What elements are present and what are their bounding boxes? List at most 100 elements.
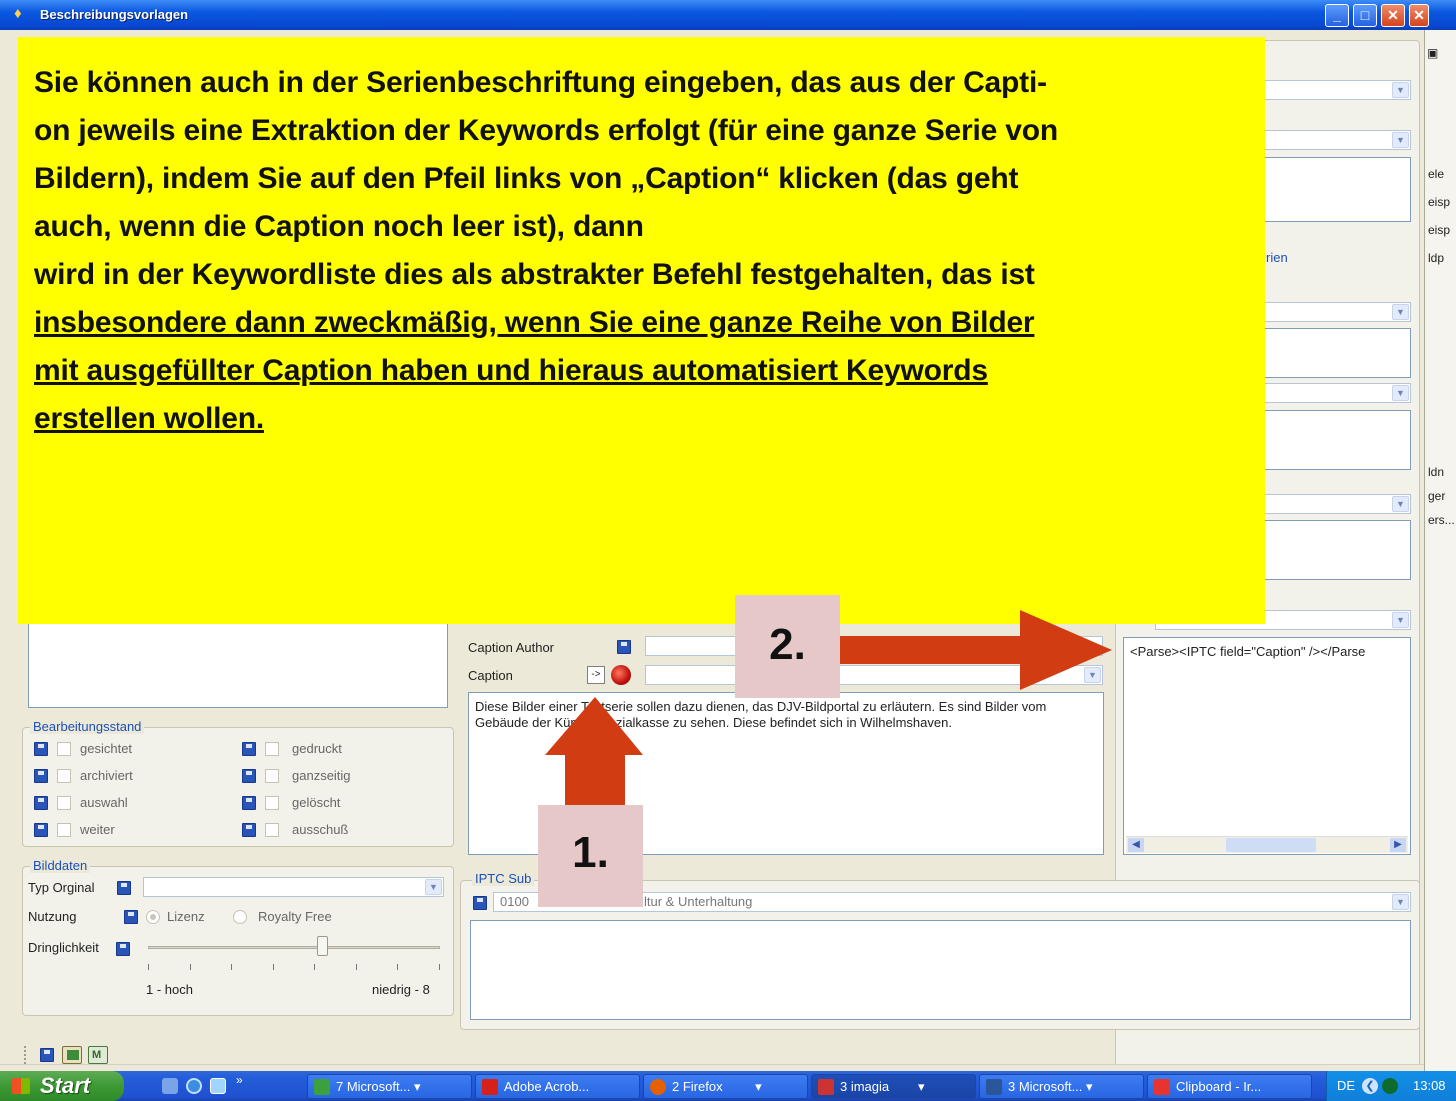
word-icon — [986, 1079, 1002, 1095]
chevron-down-icon: ▼ — [1392, 304, 1409, 320]
save-icon[interactable] — [124, 910, 138, 924]
checkbox-gesichtet[interactable] — [57, 742, 71, 756]
start-button[interactable]: Start — [0, 1071, 124, 1101]
taskbar-item-label: 2 Firefox — [672, 1079, 723, 1094]
checkbox-label: weiter — [80, 822, 115, 837]
acrobat-icon — [482, 1079, 498, 1095]
edge-item: ldn — [1428, 465, 1445, 479]
taskbar-item[interactable]: 2 Firefox ▾ — [643, 1074, 808, 1099]
checkbox-ausschuss[interactable] — [265, 823, 279, 837]
save-icon[interactable] — [34, 742, 48, 756]
image-icon[interactable] — [62, 1046, 82, 1064]
keyword-parse-entry[interactable]: <Parse><IPTC field="Caption" /></Parse — [1130, 644, 1410, 659]
scroll-left-icon[interactable]: ◀ — [1128, 838, 1144, 852]
typ-orginal-label: Typ Orginal — [28, 880, 95, 895]
iptc-text-area[interactable] — [470, 920, 1411, 1020]
caption-label: Caption — [468, 668, 513, 683]
window-title-bar[interactable]: ♦ Beschreibungsvorlagen _ □ ✕ ✕ — [0, 0, 1456, 30]
checkbox-geloescht[interactable] — [265, 796, 279, 810]
record-icon[interactable] — [611, 665, 631, 685]
save-icon[interactable] — [242, 823, 256, 837]
save-icon[interactable] — [242, 742, 256, 756]
checkbox-archiviert[interactable] — [57, 769, 71, 783]
save-icon[interactable] — [617, 640, 631, 654]
tray-network-icon[interactable] — [1382, 1078, 1398, 1094]
slider-tick — [314, 964, 316, 970]
checkbox-weiter[interactable] — [57, 823, 71, 837]
note-line: on jeweils eine Extraktion der Keywords … — [34, 114, 1059, 147]
checkbox-ganzseitig[interactable] — [265, 769, 279, 783]
edge-icon: ▣ — [1427, 46, 1439, 60]
maximize-button[interactable]: □ — [1353, 4, 1377, 27]
taskbar-item[interactable]: 3 Microsoft... ▾ — [979, 1074, 1144, 1099]
save-icon[interactable] — [34, 823, 48, 837]
taskbar-item-label: 3 imagia — [840, 1079, 890, 1094]
internet-explorer-icon[interactable] — [186, 1078, 202, 1094]
scroll-right-icon[interactable]: ▶ — [1390, 838, 1406, 852]
step-1-arrow-icon — [545, 697, 643, 805]
imagia-icon — [818, 1079, 834, 1095]
close-button[interactable]: ✕ — [1381, 4, 1405, 27]
chevron-down-icon: ▼ — [1392, 82, 1409, 98]
slider-tick — [148, 964, 149, 970]
keyword-list[interactable]: <Parse><IPTC field="Caption" /></Parse ◀… — [1123, 637, 1411, 855]
slider-track — [148, 946, 440, 949]
taskbar-item[interactable]: Clipboard - Ir... — [1147, 1074, 1312, 1099]
iptc-value: ltur & Unterhaltung — [644, 894, 753, 909]
chevron-down-icon: ▼ — [1392, 894, 1409, 910]
edge-item: ele — [1428, 167, 1445, 181]
keyword-list-hscrollbar[interactable]: ◀ ▶ — [1126, 836, 1408, 853]
checkbox-gedruckt[interactable] — [265, 742, 279, 756]
note-line: Sie können auch in der Serienbeschriftun… — [34, 66, 1047, 99]
save-icon[interactable] — [34, 796, 48, 810]
note-line: Bildern), indem Sie auf den Pfeil links … — [34, 162, 1019, 195]
checkbox-label: ganzseitig — [292, 768, 351, 783]
slider-tick — [272, 964, 274, 970]
caption-author-label: Caption Author — [468, 640, 555, 655]
save-icon[interactable] — [116, 942, 130, 956]
slider-tick — [439, 964, 440, 970]
taskbar-item-label: 3 Microsoft... — [1008, 1079, 1083, 1094]
slider-tick — [231, 964, 233, 970]
slider-ticks — [148, 964, 440, 970]
minimize-button[interactable]: _ — [1325, 4, 1349, 27]
scroll-thumb[interactable] — [1226, 838, 1316, 852]
bearbeitungsstand-title: Bearbeitungsstand — [30, 719, 145, 734]
save-icon[interactable] — [473, 896, 487, 910]
typ-orginal-combo[interactable]: ▼ — [143, 877, 444, 897]
save-icon[interactable] — [242, 769, 256, 783]
tray-arrow-icon[interactable]: ❮ — [1362, 1078, 1378, 1094]
taskbar-item[interactable]: 7 Microsoft... ▾ — [307, 1074, 472, 1099]
slider-thumb[interactable] — [316, 936, 328, 956]
chevron-down-icon: ▼ — [425, 879, 442, 895]
checkbox-auswahl[interactable] — [57, 796, 71, 810]
app-icon: ♦ — [14, 5, 22, 22]
quicklaunch-more-icon[interactable]: » — [236, 1073, 243, 1087]
radio-lizenz[interactable] — [146, 910, 160, 924]
save-icon[interactable] — [40, 1048, 54, 1062]
clipboard-icon — [1154, 1079, 1170, 1095]
left-text-area[interactable] — [28, 622, 448, 708]
radio-royalty-free[interactable] — [233, 910, 247, 924]
export-icon[interactable]: M — [88, 1046, 108, 1064]
quicklaunch-icon-1[interactable] — [162, 1078, 178, 1094]
radio-lizenz-label: Lizenz — [167, 909, 205, 924]
nutzung-label: Nutzung — [28, 909, 77, 924]
caption-parse-arrow-button[interactable]: -> — [587, 666, 605, 684]
taskbar-item-active[interactable]: 3 imagia ▾ — [811, 1074, 976, 1099]
save-icon[interactable] — [34, 769, 48, 783]
chevron-down-icon: ▼ — [1392, 496, 1409, 512]
checkbox-label: auswahl — [80, 795, 128, 810]
language-indicator[interactable]: DE — [1337, 1071, 1355, 1101]
taskbar-item[interactable]: Adobe Acrob... — [475, 1074, 640, 1099]
app-icon — [314, 1079, 330, 1095]
system-tray: DE ❮ 13:08 — [1326, 1071, 1456, 1101]
quicklaunch-icon-3[interactable] — [210, 1078, 226, 1094]
note-line-underlined: mit ausgefüllter Caption haben und hiera… — [34, 354, 988, 387]
dringlichkeit-slider[interactable] — [148, 936, 440, 976]
slider-tick — [355, 964, 357, 970]
save-icon[interactable] — [117, 881, 131, 895]
save-icon[interactable] — [242, 796, 256, 810]
second-window-close-button[interactable]: ✕ — [1409, 4, 1429, 27]
edge-list-2: ldn ger ers... — [1428, 460, 1455, 532]
